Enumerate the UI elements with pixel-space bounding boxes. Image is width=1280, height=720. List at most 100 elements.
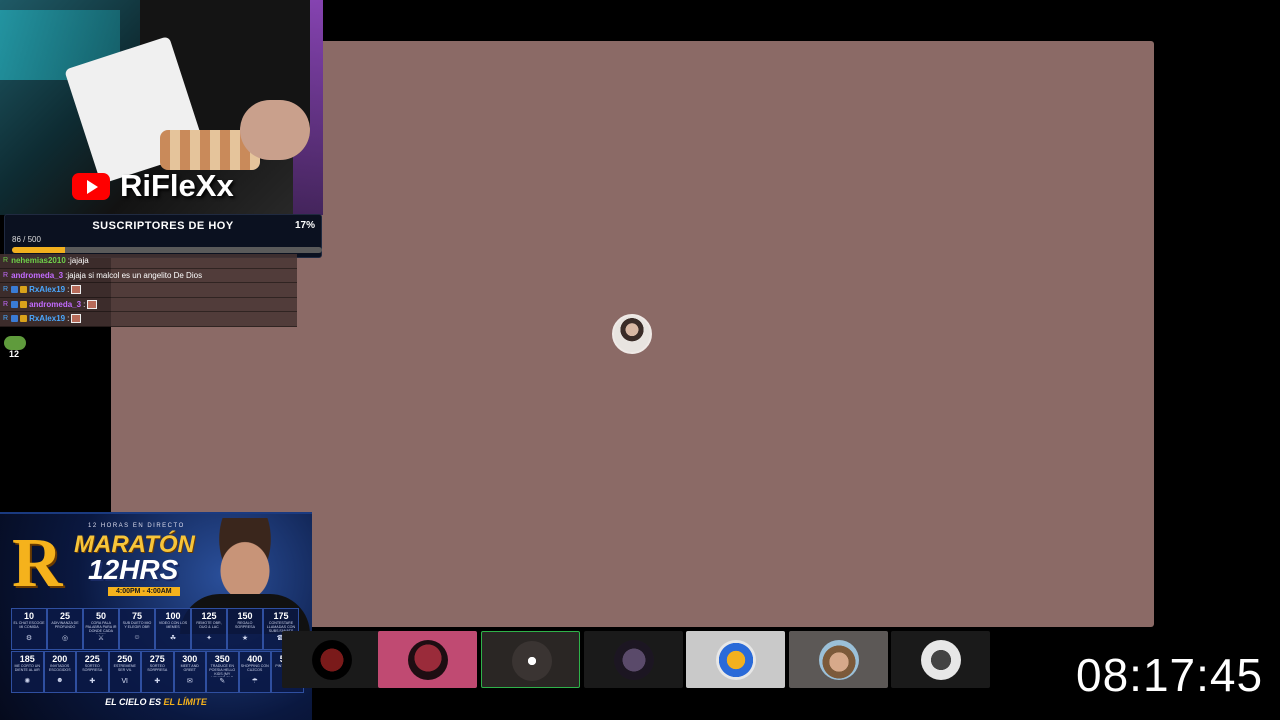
goal-num: 75 — [131, 611, 142, 621]
goals-row-1: 10 EL CHAT ESCOGE MI COMIDA ⚙ 25 ADIVINANZA … — [11, 608, 299, 650]
goal-txt: TRADUCE EN POESIA HELLO KIDS (MY HOMIES … — [209, 664, 236, 677]
goal-txt: SHOPPING CON CUZCOS — [240, 664, 269, 673]
chat-badge: R — [3, 286, 9, 294]
goal-txt: VIDEO CON LOS MEMES — [158, 621, 188, 630]
goal-cell: 250 ESTREMENE SER VIL Ⅵ — [108, 651, 141, 693]
verified-badge-icon — [11, 315, 19, 323]
goal-icon: ✎ — [219, 678, 226, 685]
chat-separator: : — [67, 314, 70, 324]
goal-icon: Ⅵ — [121, 678, 128, 685]
chat-separator: : — [83, 299, 86, 309]
chat-message: Randromeda_3 : — [0, 297, 297, 312]
goal-icon: ◎ — [61, 635, 69, 642]
participant-tile[interactable] — [686, 631, 785, 688]
pepe-sticker-icon: 12 — [4, 330, 28, 359]
pepe-head — [4, 336, 26, 350]
goal-txt: INVITADOS ESCOGIDOS — [48, 664, 71, 673]
goal-icon: ✺ — [24, 678, 31, 685]
goal-icon: ☺ — [133, 634, 141, 641]
chat-message: Randromeda_3 : jajaja si malcol es un an… — [0, 268, 297, 283]
goal-txt: MEET AND GREET — [180, 664, 199, 673]
participant-avatar — [312, 640, 352, 680]
goal-num: 150 — [237, 611, 253, 621]
subscriber-goal-bar — [12, 247, 322, 253]
goal-cell: 275 SORTEO SORPRESA ✚ — [141, 651, 174, 693]
goal-txt: REGALO SORPRESA — [235, 621, 255, 630]
goal-cell: 225 SORTEO SORPRESA ✚ — [76, 651, 109, 693]
chat-text: jajaja — [70, 256, 89, 266]
participant-avatar — [408, 640, 448, 680]
subscriber-goal-bar-fill — [12, 247, 66, 253]
goal-num: 125 — [201, 611, 217, 621]
subscriber-goal-title: SUSCRIPTORES DE HOY — [92, 220, 234, 232]
participant-avatar — [614, 640, 654, 680]
chat-username: nehemias2010 — [11, 256, 66, 266]
chat-badge: R — [3, 257, 9, 265]
youtube-icon — [72, 172, 110, 200]
chat-username: RxAlex19 — [29, 285, 66, 295]
marathon-poster: 12 HORAS EN DIRECTO R MARATÓN 12HRS 4:00… — [0, 512, 312, 720]
participant-tile[interactable] — [584, 631, 683, 688]
goal-icon: ☂ — [251, 678, 258, 685]
chat-message: R RxAlex19 : — [0, 283, 297, 298]
goal-icon: ✚ — [89, 678, 96, 685]
sub-badge-icon — [20, 300, 28, 308]
participant-tile[interactable] — [282, 631, 381, 688]
poster-footer-a: EL CIELO ES — [105, 697, 164, 707]
goal-txt: REMOTE OBR, DUO & LAC — [196, 621, 222, 630]
goal-icon: ⚙ — [25, 635, 33, 642]
participant-avatar — [819, 640, 859, 680]
goal-txt: EL CHAT ESCOGE MI COMIDA — [13, 621, 45, 630]
chat-username: andromeda_3 — [11, 270, 64, 280]
goal-num: 275 — [149, 654, 165, 664]
active-speaker-avatar[interactable] — [612, 314, 652, 354]
goal-cell: 185 ME CORTO UN DIENTE AL AIR ✺ — [11, 651, 44, 693]
verified-badge-icon — [11, 286, 19, 294]
goal-icon: ★ — [241, 635, 249, 642]
goal-txt: SORTEO SORPRESA — [82, 664, 103, 673]
sub-badge-icon — [20, 286, 28, 294]
verified-badge-icon — [11, 300, 19, 308]
chat-emote-icon — [71, 285, 82, 295]
poster-hours: 12HRS — [88, 554, 179, 585]
goal-num: 200 — [52, 654, 68, 664]
goal-icon: ✉ — [186, 678, 193, 685]
chat-username: RxAlex19 — [29, 314, 66, 324]
goal-num: 50 — [95, 611, 106, 621]
goal-num: 100 — [165, 611, 181, 621]
goal-cell: 10 EL CHAT ESCOGE MI COMIDA ⚙ — [11, 608, 47, 650]
chat-username: andromeda_3 — [29, 299, 82, 309]
chat-badge: R — [3, 315, 9, 323]
webcam-overlay: RiFleXx — [0, 0, 323, 215]
participant-avatar — [921, 640, 961, 680]
goal-icon: ✚ — [154, 678, 161, 685]
chat-emote-icon — [87, 299, 98, 309]
goal-num: 350 — [214, 654, 230, 664]
participant-tile[interactable] — [891, 631, 990, 688]
goal-num: 10 — [23, 611, 34, 621]
goals-row-2: 185 ME CORTO UN DIENTE AL AIR ✺ 200 INVITADO… — [11, 651, 304, 693]
subscriber-goal-percent: 17% — [294, 220, 315, 231]
chat-emote-icon — [71, 314, 82, 324]
subscriber-goal-widget: SUSCRIPTORES DE HOY 17% 86 / 500 — [4, 214, 322, 258]
goal-icon: ✦ — [206, 635, 212, 642]
poster-tagline: 12 HORAS EN DIRECTO — [88, 523, 185, 529]
goal-num: 400 — [247, 654, 263, 664]
goal-icon: ☻ — [56, 677, 64, 684]
goal-txt: CORA PALA PALABRA PARA IR DONDE CADA HOR… — [85, 621, 117, 634]
goal-cell: 50CORA PALA PALABRA PARA IR DONDE CADA H… — [83, 608, 119, 650]
participant-tile[interactable] — [481, 631, 580, 688]
goal-cell: 150 REGALO SORPRESA ★ — [227, 608, 263, 650]
chat-message: R RxAlex19 : — [0, 312, 297, 327]
goal-txt: ADIVINANZA DE PROFUNDO — [51, 621, 79, 630]
subscriber-goal-count: 86 / 500 — [12, 235, 41, 244]
participant-tile[interactable] — [789, 631, 888, 688]
channel-brand: RiFleXx — [72, 168, 234, 204]
goal-cell: 400 SHOPPING CON CUZCOS ☂ — [238, 651, 271, 693]
goal-icon: ☘ — [169, 635, 177, 642]
goal-num: 300 — [182, 654, 198, 664]
goal-cell: 125 REMOTE OBR, DUO & LAC ✦ — [191, 608, 227, 650]
participant-tile[interactable] — [378, 631, 477, 688]
stream-clock: 08:17:45 — [1076, 649, 1264, 701]
participant-avatar — [716, 640, 756, 680]
